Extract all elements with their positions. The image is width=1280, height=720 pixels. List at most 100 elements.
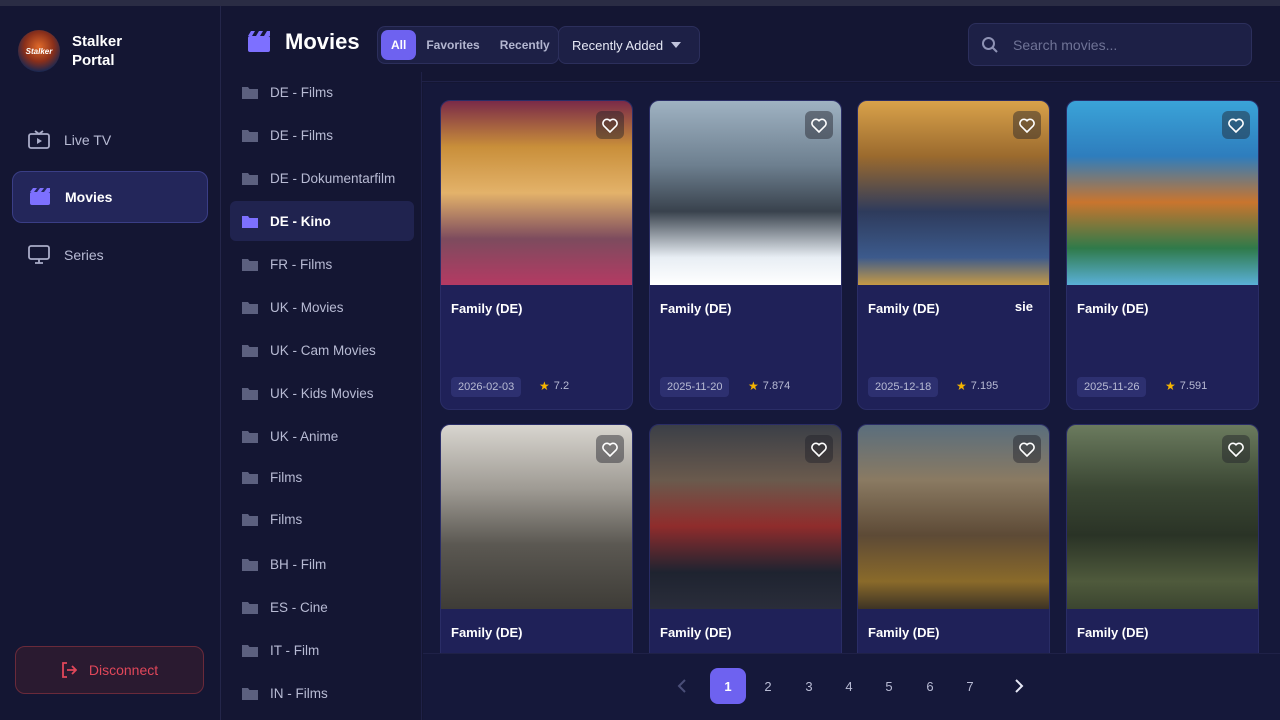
category-label: Films — [270, 469, 303, 485]
release-date-badge: 2026-02-03 — [451, 377, 522, 397]
category-item[interactable]: DE - Dokumentarfilm — [230, 158, 414, 198]
heart-icon — [602, 442, 618, 457]
category-item[interactable]: UK - Anime — [230, 416, 414, 456]
category-item[interactable]: DE - Films — [230, 72, 414, 112]
folder-icon — [242, 601, 258, 614]
heart-icon — [811, 118, 827, 133]
category-item[interactable]: BH - Film — [230, 544, 414, 584]
movie-title: Family (DE) — [660, 625, 732, 640]
category-label: UK - Kids Movies — [270, 385, 374, 401]
category-list: DE - Films DE - Films DE - Dokumentarfilm D… — [222, 72, 422, 720]
release-date-badge: 2025-12-18 — [868, 377, 939, 397]
sidebar-item-label: Series — [64, 247, 104, 263]
category-item[interactable]: DE - Films — [230, 115, 414, 155]
sidebar-item-label: Live TV — [64, 132, 112, 148]
favorite-button[interactable] — [596, 435, 624, 463]
folder-icon — [242, 644, 258, 657]
logout-icon — [61, 662, 77, 678]
category-item[interactable]: ES - Cine — [230, 587, 414, 627]
app-name-line1: Stalker — [72, 33, 123, 50]
category-label: IN - Films — [270, 685, 328, 701]
movie-card[interactable]: Family (DE) 2025-11-20 ★ 7.874 — [649, 100, 842, 410]
sidebar-item-live-tv[interactable]: Live TV — [12, 114, 208, 166]
heart-icon — [811, 442, 827, 457]
sidebar-item-label: Movies — [65, 189, 113, 205]
filter-all-button[interactable]: All — [381, 30, 417, 60]
category-item[interactable]: Films — [230, 499, 414, 539]
category-item[interactable]: UK - Movies — [230, 287, 414, 327]
page-button[interactable]: 3 — [791, 668, 827, 704]
page-button[interactable]: 4 — [831, 668, 867, 704]
favorite-button[interactable] — [1013, 435, 1041, 463]
category-item[interactable]: IT - Film — [230, 630, 414, 670]
sort-dropdown[interactable]: Recently Added — [558, 26, 700, 64]
sidebar-item-series[interactable]: Series — [12, 229, 208, 281]
movie-extra-text: sie — [1014, 299, 1033, 314]
page-button[interactable]: 6 — [912, 668, 948, 704]
heart-icon — [1228, 118, 1244, 133]
page-button[interactable]: 5 — [871, 668, 907, 704]
category-item[interactable]: UK - Kids Movies — [230, 373, 414, 413]
sidebar-item-movies[interactable]: Movies — [12, 171, 208, 223]
search-icon — [982, 36, 998, 53]
folder-icon — [242, 687, 258, 700]
page-title-text: Movies — [285, 29, 360, 54]
movie-card[interactable]: Family (DE) — [649, 424, 842, 653]
favorite-button[interactable] — [805, 435, 833, 463]
favorite-button[interactable] — [1222, 435, 1250, 463]
category-label: DE - Dokumentarfilm — [270, 170, 396, 186]
sort-dropdown-label: Recently Added — [572, 37, 664, 53]
chevron-down-icon — [671, 42, 682, 48]
favorite-button[interactable] — [805, 111, 833, 139]
category-label: UK - Anime — [270, 428, 339, 444]
folder-icon — [242, 558, 258, 571]
next-page-icon[interactable] — [1009, 676, 1029, 696]
app-name: Stalker Portal — [72, 32, 122, 70]
monitor-icon — [28, 244, 50, 266]
movie-grid: Family (DE) 2026-02-03 ★ 7.2 Family (DE) 2025… — [423, 83, 1280, 653]
app-name-line2: Portal — [72, 52, 115, 69]
folder-icon — [242, 471, 258, 484]
search-input[interactable] — [1013, 36, 1233, 53]
page-button[interactable]: 2 — [750, 668, 786, 704]
page-button[interactable]: 7 — [952, 668, 988, 704]
folder-icon — [242, 387, 258, 400]
favorite-button[interactable] — [596, 111, 624, 139]
star-icon: ★ — [956, 379, 967, 393]
folder-icon — [242, 430, 258, 443]
movie-card[interactable]: Family (DE) — [1066, 424, 1259, 653]
movie-rating: ★ 7.874 — [748, 379, 790, 393]
folder-icon — [242, 172, 258, 185]
movie-title: Family (DE) — [1077, 625, 1149, 640]
release-date-badge: 2025-11-20 — [660, 377, 730, 397]
movie-card[interactable]: Family (DE) — [440, 424, 633, 653]
movie-card[interactable]: Family (DE) 2025-11-26 ★ 7.591 — [1066, 100, 1259, 410]
folder-icon — [242, 215, 258, 228]
movie-title: Family (DE) — [451, 625, 523, 640]
folder-icon — [242, 258, 258, 271]
category-label: DE - Films — [270, 127, 333, 143]
disconnect-button[interactable]: Disconnect — [15, 646, 204, 694]
prev-page-icon[interactable] — [672, 676, 692, 696]
favorite-button[interactable] — [1013, 111, 1041, 139]
movie-card[interactable]: Family (DE) 2026-02-03 ★ 7.2 — [440, 100, 633, 410]
star-icon: ★ — [1165, 379, 1176, 393]
movie-rating: ★ 7.2 — [539, 379, 569, 393]
category-item[interactable]: UK - Cam Movies — [230, 330, 414, 370]
category-item[interactable]: IN - Films — [230, 673, 414, 713]
filter-favorites-button[interactable]: Favorites — [416, 30, 489, 60]
filter-tabs: All Favorites Recently — [377, 26, 559, 64]
category-item[interactable]: DE - Kino — [230, 201, 414, 241]
disconnect-label: Disconnect — [88, 662, 159, 678]
movie-title: Family (DE) — [451, 301, 523, 316]
category-item[interactable]: FR - Films — [230, 244, 414, 284]
app-logo: Stalker Stalker Portal — [18, 30, 122, 72]
movie-card[interactable]: Family (DE) — [857, 424, 1050, 653]
page-button[interactable]: 1 — [710, 668, 746, 704]
filter-recently-button[interactable]: Recently — [490, 30, 560, 60]
favorite-button[interactable] — [1222, 111, 1250, 139]
movie-card[interactable]: Family (DE) sie 2025-12-18 ★ 7.195 — [857, 100, 1050, 410]
category-item[interactable]: Films — [230, 457, 414, 497]
tv-icon — [28, 129, 50, 151]
search-box — [968, 23, 1252, 66]
